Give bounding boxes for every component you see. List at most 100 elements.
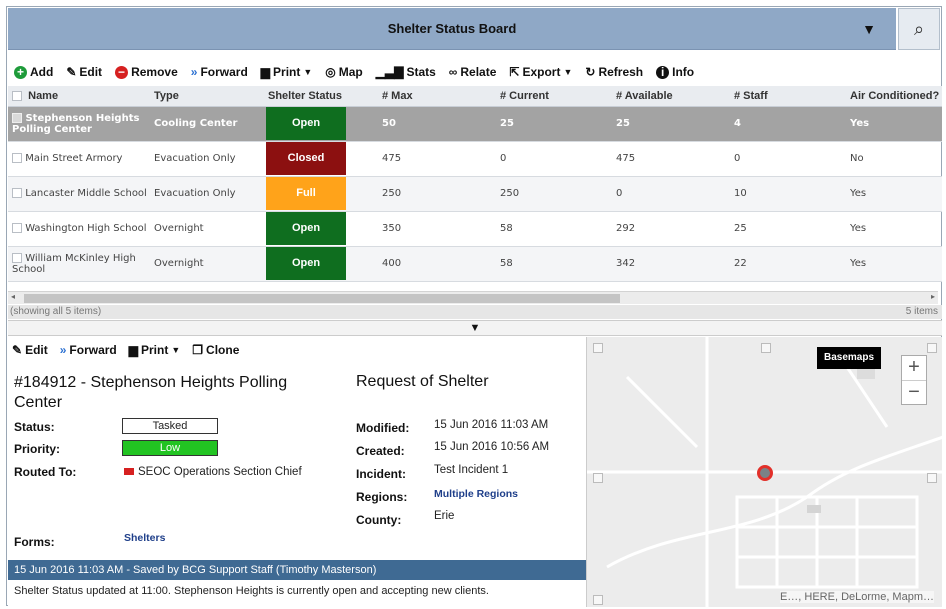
map-corner-handle[interactable] [593,343,603,353]
cell-type: Overnight [150,246,264,282]
search-button[interactable]: ⌕ [898,8,940,50]
grid-footer: (showing all 5 items) 5 items [8,305,942,319]
column-header-type[interactable]: Type [150,86,264,107]
zoom-out-button[interactable]: − [902,380,926,404]
pane-splitter[interactable]: ▼ [8,320,942,336]
detail-print-button[interactable]: ▆ Print ▼ [129,343,181,357]
modified-value: 15 Jun 2016 11:03 AM [434,419,549,431]
map-button[interactable]: ◎ Map [325,65,362,79]
status-badge: Full [266,177,346,210]
table-row[interactable]: Lancaster Middle School Evacuation Only … [8,176,942,212]
row-checkbox[interactable] [12,223,22,233]
cell-current: 58 [496,211,612,247]
regions-link[interactable]: Multiple Regions [434,488,518,500]
zoom-in-button[interactable]: + [902,356,926,380]
forms-label: Forms: [14,535,55,549]
cell-type: Overnight [150,211,264,247]
routed-to-value: SEOC Operations Section Chief [124,466,302,478]
column-header-staff[interactable]: # Staff [730,86,846,107]
export-button[interactable]: ⇱ Export ▼ [509,65,572,79]
chevron-down-icon[interactable]: ▼ [862,8,876,50]
edit-icon: ✎ [12,343,23,357]
table-header-row: Name Type Shelter Status # Max # Current… [8,86,942,107]
map-corner-handle[interactable] [927,343,937,353]
cell-status: Closed [264,141,378,177]
incident-value: Test Incident 1 [434,464,509,476]
bar-chart-icon: ▁▃▇ [375,65,404,79]
link-icon: ∞ [448,65,458,79]
detail-clone-button[interactable]: ❐ Clone [192,343,239,357]
cell-air-conditioned: Yes [846,106,942,142]
remove-button[interactable]: − Remove [115,65,178,79]
horizontal-scrollbar[interactable]: ◂ ▸ [8,291,938,304]
mail-icon [124,468,134,476]
scroll-left-icon[interactable]: ◂ [11,292,15,301]
column-header-status[interactable]: Shelter Status [264,86,378,107]
column-header-max[interactable]: # Max [378,86,496,107]
row-checkbox[interactable] [12,112,22,123]
cell-air-conditioned: Yes [846,176,942,212]
map-corner-handle[interactable] [593,595,603,605]
edit-icon: ✎ [66,65,77,79]
export-icon: ⇱ [509,65,520,79]
cell-staff: 25 [730,211,846,247]
table-row[interactable]: Stephenson Heights Polling Center Coolin… [8,106,942,142]
minus-icon: − [115,65,129,79]
add-button[interactable]: + Add [14,65,53,79]
column-header-name[interactable]: Name [8,86,150,107]
cell-max: 50 [378,106,496,142]
map-corner-handle[interactable] [593,473,603,483]
priority-badge: Low [122,440,218,456]
chevron-down-icon[interactable]: ▼ [470,322,481,334]
scrollbar-thumb[interactable] [24,294,620,303]
map-corner-handle[interactable] [761,343,771,353]
row-checkbox[interactable] [12,188,22,198]
print-button[interactable]: ▆ Print ▼ [261,65,313,79]
stats-button[interactable]: ▁▃▇ Stats [376,65,436,79]
row-checkbox[interactable] [12,252,22,263]
cell-name: William McKinley High School [8,246,150,282]
table-row[interactable]: Main Street Armory Evacuation Only Close… [8,141,942,177]
map-corner-handle[interactable] [927,473,937,483]
shelter-table: Name Type Shelter Status # Max # Current… [8,86,942,282]
info-button[interactable]: i Info [656,65,694,79]
chevron-down-icon: ▼ [563,67,573,77]
regions-label: Regions: [356,490,408,504]
column-header-air-conditioned[interactable]: Air Conditioned? [846,86,942,107]
cell-type: Evacuation Only [150,141,264,177]
table-row[interactable]: William McKinley High School Overnight O… [8,246,942,282]
map-panel[interactable]: Basemaps + − E…, HERE, DeLorme, Mapm… [586,337,942,607]
column-header-current[interactable]: # Current [496,86,612,107]
cell-staff: 22 [730,246,846,282]
refresh-button[interactable]: ↻ Refresh [585,65,643,79]
relate-button[interactable]: ∞ Relate [449,65,497,79]
shelter-map-pin-icon[interactable] [757,465,773,481]
edit-button[interactable]: ✎ Edit [66,65,102,79]
table-row[interactable]: Washington High School Overnight Open 35… [8,211,942,247]
cell-staff: 0 [730,141,846,177]
cell-status: Open [264,106,378,142]
cell-current: 25 [496,106,612,142]
forward-icon: » [190,65,198,79]
cell-max: 350 [378,211,496,247]
select-all-checkbox[interactable] [12,90,22,101]
basemaps-button[interactable]: Basemaps [817,347,881,369]
detail-forward-button[interactable]: » Forward [60,343,117,357]
detail-edit-button[interactable]: ✎ Edit [12,343,48,357]
forward-icon: » [59,343,67,357]
forward-button[interactable]: » Forward [191,65,248,79]
cell-available: 292 [612,211,730,247]
cell-max: 475 [378,141,496,177]
column-header-available[interactable]: # Available [612,86,730,107]
cell-air-conditioned: Yes [846,211,942,247]
page-title-bar: Shelter Status Board ▼ [8,8,896,50]
cell-air-conditioned: Yes [846,246,942,282]
scroll-right-icon[interactable]: ▸ [931,292,935,301]
created-value: 15 Jun 2016 10:56 AM [434,441,550,453]
status-label: Status: [14,420,55,434]
county-label: County: [356,513,402,527]
forms-link[interactable]: Shelters [124,532,165,544]
row-checkbox[interactable] [12,153,22,163]
plus-icon: + [14,65,27,79]
map-building [807,505,821,513]
